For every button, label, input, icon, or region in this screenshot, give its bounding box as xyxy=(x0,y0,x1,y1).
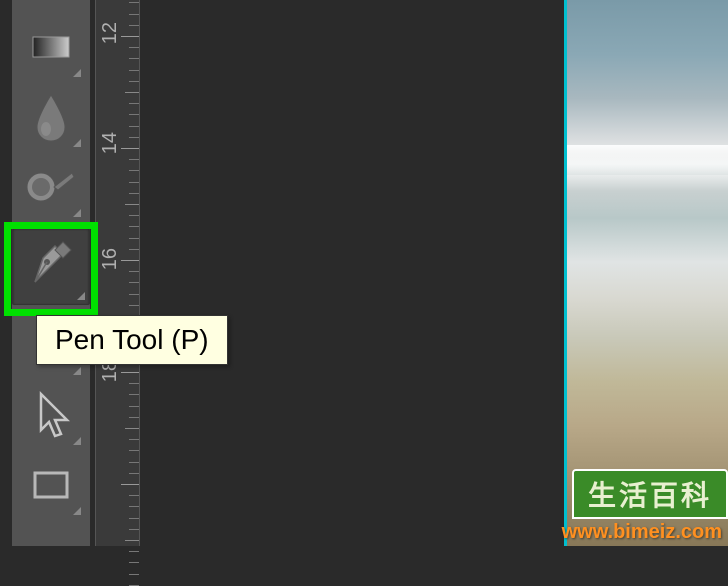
rectangle-shape-tool[interactable] xyxy=(17,451,85,519)
blur-drop-icon xyxy=(29,91,73,143)
blur-tool[interactable] xyxy=(17,83,85,151)
dodge-icon xyxy=(24,165,78,209)
submenu-indicator-icon xyxy=(73,437,81,445)
path-selection-tool[interactable] xyxy=(17,381,85,449)
submenu-indicator-icon xyxy=(73,367,81,375)
document-image[interactable] xyxy=(564,0,728,546)
ruler-mark: 16 xyxy=(100,248,120,270)
tooltip: Pen Tool (P) xyxy=(36,315,228,365)
watermark: 生活百科 www.bimeiz.com xyxy=(498,474,728,546)
submenu-indicator-icon xyxy=(73,209,81,217)
dodge-tool[interactable] xyxy=(17,153,85,221)
toolbar: T xyxy=(12,0,90,546)
image-content xyxy=(567,145,728,175)
canvas-area[interactable] xyxy=(140,0,728,546)
rectangle-icon xyxy=(29,463,73,507)
ruler-mark: 14 xyxy=(100,132,120,154)
ruler-mark: 12 xyxy=(100,22,120,44)
submenu-indicator-icon xyxy=(73,139,81,147)
submenu-indicator-icon xyxy=(73,69,81,77)
watermark-url: www.bimeiz.com xyxy=(556,519,728,546)
submenu-indicator-icon xyxy=(73,507,81,515)
submenu-indicator-icon xyxy=(77,292,85,300)
arrow-cursor-icon xyxy=(29,390,73,440)
gradient-tool[interactable] xyxy=(17,13,85,81)
pen-icon xyxy=(25,240,77,292)
pen-tool[interactable] xyxy=(12,227,90,305)
gradient-icon xyxy=(29,25,73,69)
watermark-label: 生活百科 xyxy=(572,469,728,519)
vertical-ruler[interactable]: 12 14 16 18 xyxy=(95,0,140,546)
